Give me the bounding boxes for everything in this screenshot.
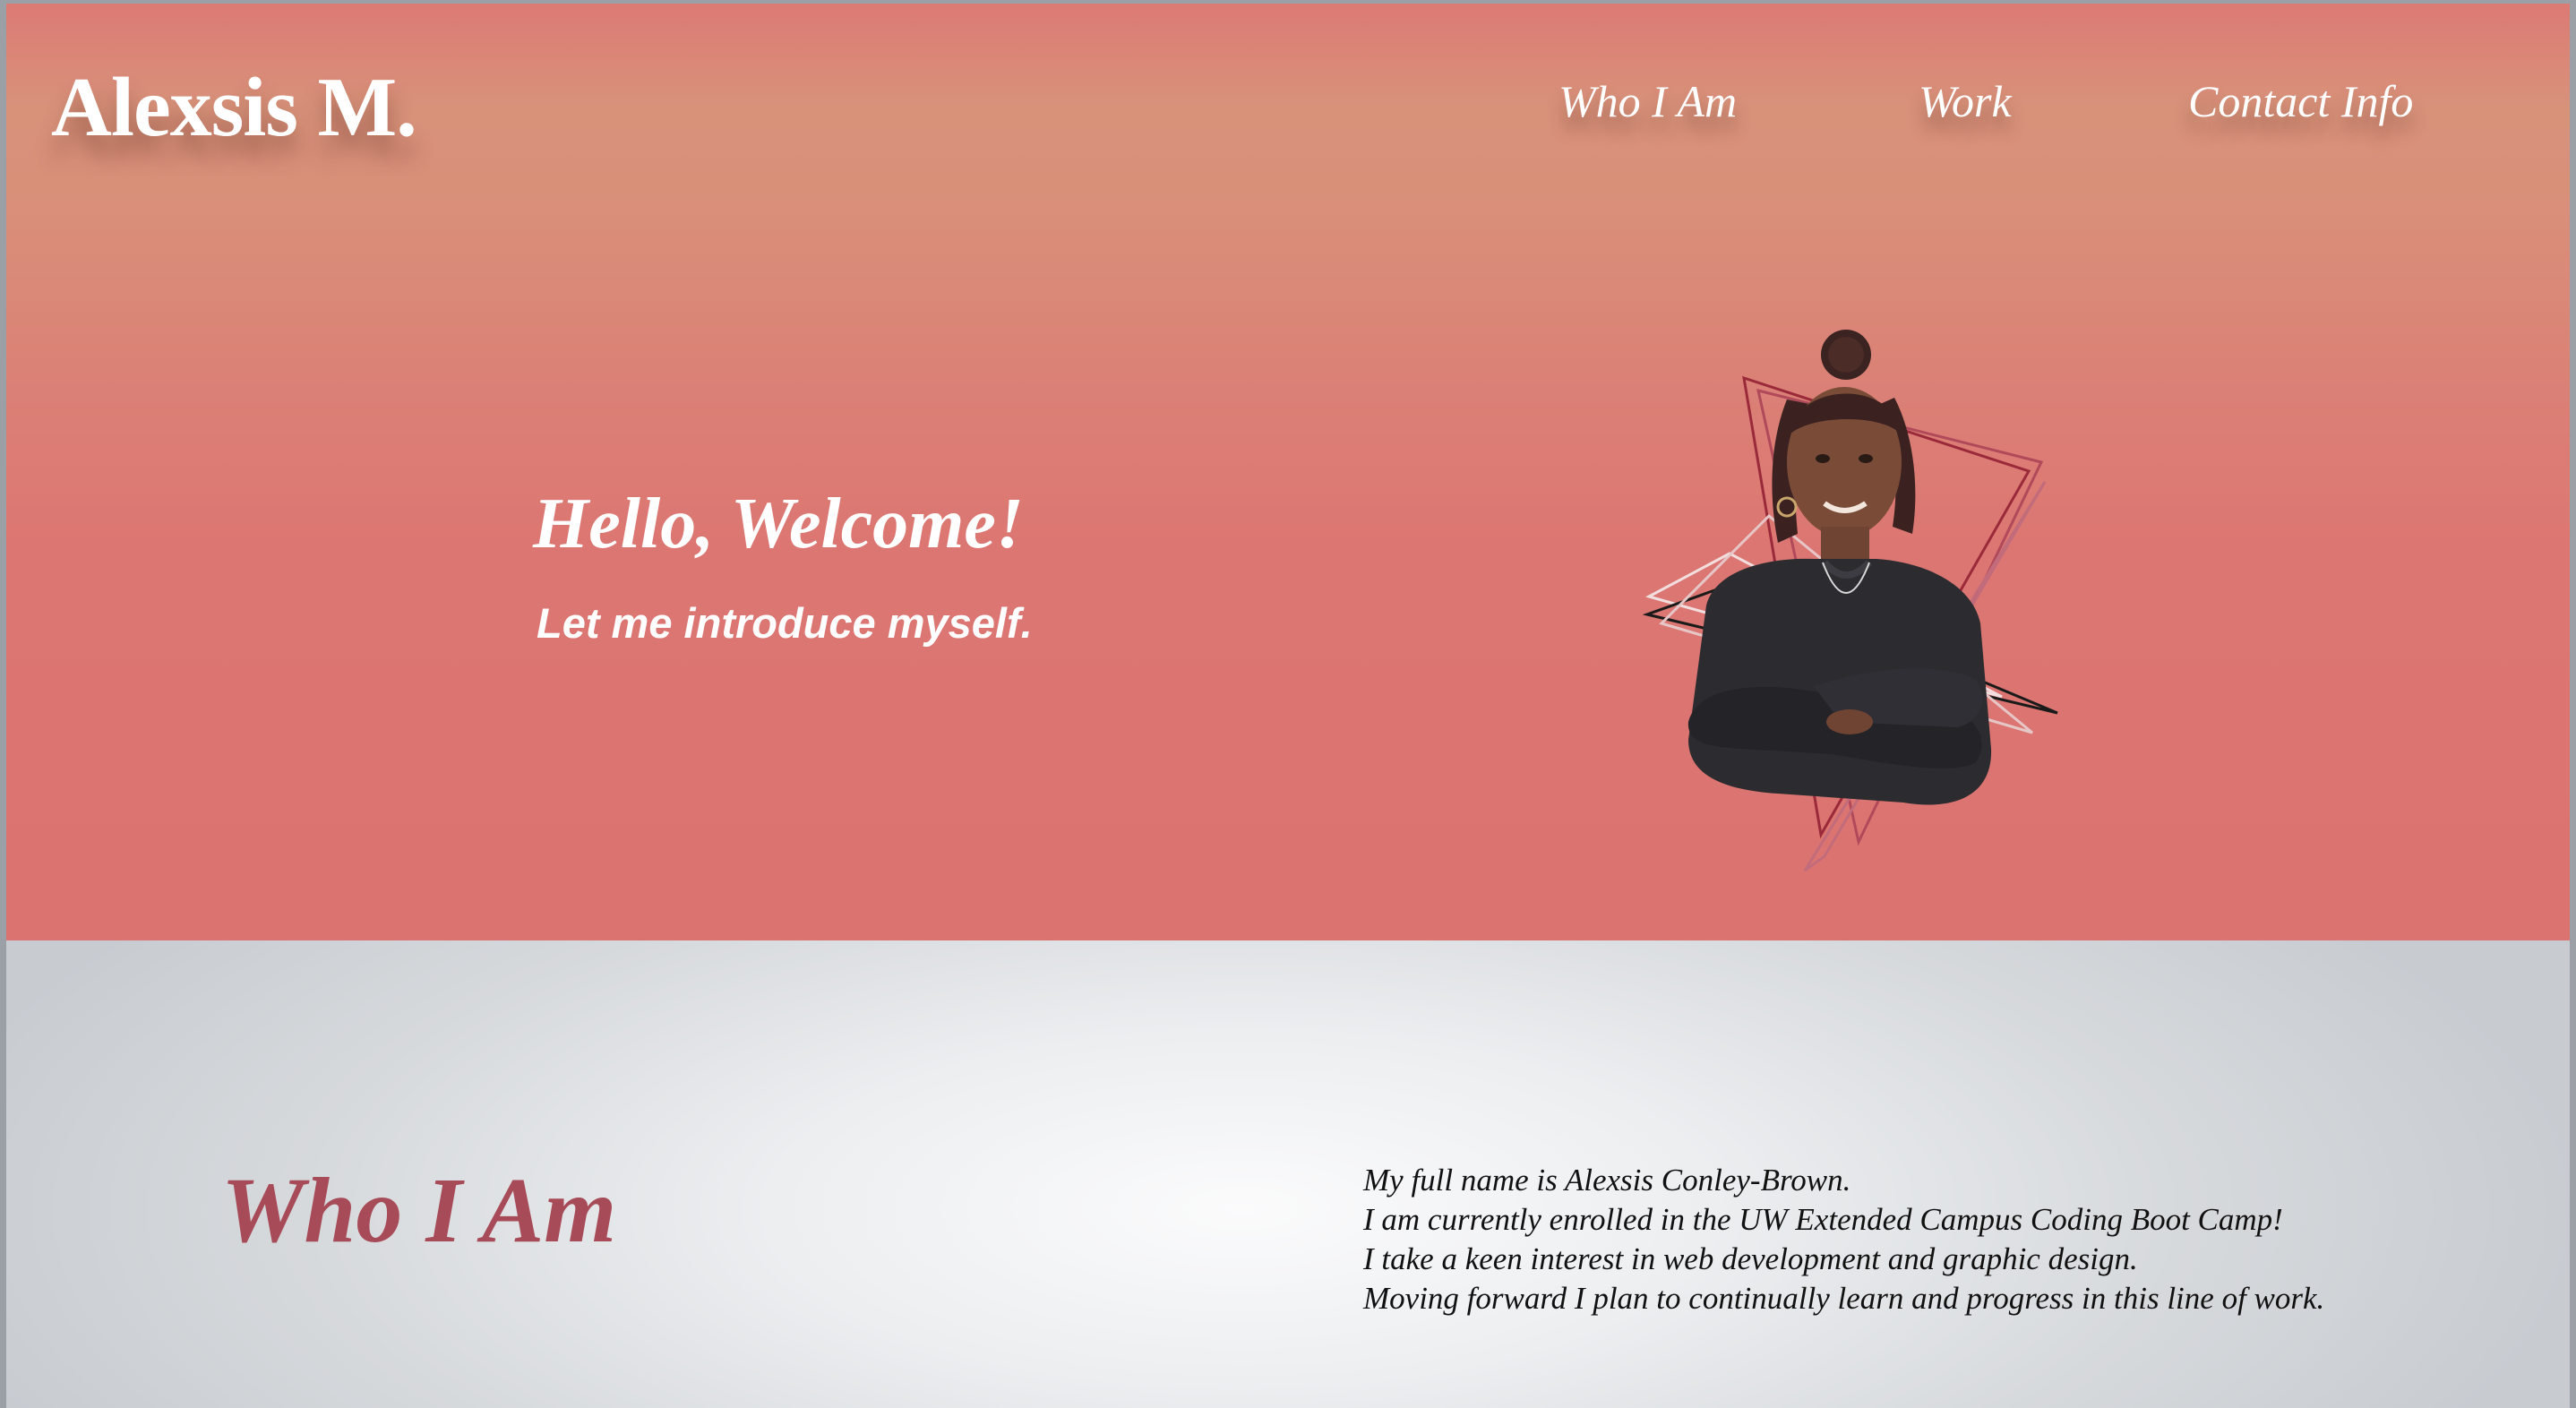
nav-link-work[interactable]: Work bbox=[1919, 75, 2012, 127]
main-nav: Who I Am Work Contact Info bbox=[6, 75, 2570, 138]
hero-section: Alexsis M. Who I Am Work Contact Info He… bbox=[6, 4, 2570, 940]
section-heading: Who I Am bbox=[221, 1159, 617, 1262]
nav-link-contact-info[interactable]: Contact Info bbox=[2188, 75, 2413, 127]
bio-line: Moving forward I plan to continually lea… bbox=[1363, 1281, 2325, 1316]
hero-subtitle: Let me introduce myself. bbox=[537, 599, 1033, 647]
hero-title: Hello, Welcome! bbox=[533, 485, 1025, 563]
bio-line: My full name is Alexsis Conley-Brown. bbox=[1363, 1163, 1851, 1198]
who-i-am-section: Who I Am My full name is Alexsis Conley-… bbox=[6, 940, 2570, 1408]
portrait-image bbox=[1642, 330, 2058, 872]
page: Alexsis M. Who I Am Work Contact Info He… bbox=[6, 4, 2570, 1408]
bio-line: I am currently enrolled in the UW Extend… bbox=[1363, 1202, 2283, 1237]
nav-link-who-i-am[interactable]: Who I Am bbox=[1558, 75, 1737, 127]
bio-line: I take a keen interest in web developmen… bbox=[1363, 1241, 2138, 1276]
bio-text: My full name is Alexsis Conley-Brown. I … bbox=[1363, 1161, 2528, 1318]
